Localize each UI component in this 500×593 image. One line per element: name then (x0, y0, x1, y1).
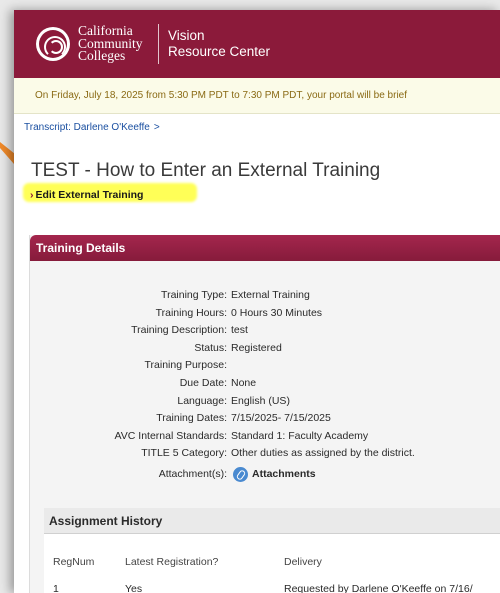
table-cell-delivery: Requested by Darlene O'Keeffe on 7/16/ (284, 583, 473, 593)
detail-label: Language: (177, 394, 227, 407)
column-header-regnum[interactable]: RegNum (53, 556, 94, 568)
detail-value: 7/15/2025- 7/15/2025 (231, 412, 331, 425)
org-name-line: Colleges (78, 48, 126, 64)
page-title: TEST - How to Enter an External Training (31, 160, 381, 181)
breadcrumb: Transcript: Darlene O'Keeffe > (14, 114, 500, 144)
arrow-right-icon: › (30, 189, 34, 201)
detail-value: External Training (231, 289, 310, 301)
detail-row-language: Language: English (US) (30, 393, 500, 411)
paperclip-icon (233, 466, 248, 482)
ccc-logo-icon[interactable] (36, 27, 70, 61)
header-divider (158, 24, 159, 64)
detail-value (229, 357, 231, 375)
org-name: California Community Colleges (78, 24, 158, 64)
detail-label: Due Date: (179, 376, 227, 389)
breadcrumb-transcript-link[interactable]: Transcript: Darlene O'Keeffe (24, 122, 150, 133)
detail-label: Training Description: (131, 324, 227, 337)
site-name-line: Vision (168, 28, 205, 43)
detail-value: test (231, 324, 248, 337)
detail-value: English (US) (231, 394, 290, 407)
detail-label: Attachment(s): (158, 467, 227, 480)
page: California Community Colleges Vision Res… (14, 10, 500, 593)
detail-label: Status: (194, 341, 227, 354)
detail-row-status: Status: Registered (30, 340, 500, 358)
assignment-history-header: Assignment History (44, 508, 500, 534)
assignment-history-section: Assignment History RegNum Latest Registr… (44, 508, 500, 593)
detail-label: Training Dates: (156, 412, 227, 425)
edit-external-training-link[interactable]: › Edit External Training (30, 189, 143, 201)
detail-row-training-dates: Training Dates: 7/15/2025- 7/15/2025 (30, 410, 500, 428)
site-name-line: Resource Center (168, 44, 271, 59)
detail-label: AVC Internal Standards: (114, 429, 227, 442)
training-details-header: Training Details (30, 235, 500, 261)
attachments-link-label: Attachments (252, 468, 316, 481)
detail-row-attachments: Attachment(s): Attachments (30, 463, 500, 485)
chevron-right-icon: > (153, 122, 160, 133)
edit-link-row: › Edit External Training (14, 183, 500, 203)
table-cell-regnum: 1 (53, 583, 59, 593)
detail-row-title5-category: TITLE 5 Category: Other duties as assigne… (30, 445, 500, 463)
detail-value: None (231, 376, 257, 389)
detail-row-training-type: Training Type: External Training (30, 287, 500, 305)
table-cell-latest-registration: Yes (125, 583, 143, 593)
site-name: Vision Resource Center (168, 28, 270, 60)
detail-row-training-purpose: Training Purpose: (30, 357, 500, 375)
site-header: California Community Colleges Vision Res… (14, 10, 500, 78)
attachments-link[interactable]: Attachments (229, 463, 316, 485)
detail-label: Training Purpose: (144, 359, 228, 372)
column-header-latest-registration[interactable]: Latest Registration? (125, 556, 218, 568)
detail-row-avc-standards: AVC Internal Standards: Standard 1: Facul… (30, 428, 500, 446)
detail-label: Training Type: (161, 289, 227, 301)
detail-row-training-hours: Training Hours: 0 Hours 30 Minutes (30, 305, 500, 323)
detail-row-training-description: Training Description: test (30, 322, 500, 340)
column-header-delivery[interactable]: Delivery (284, 556, 322, 568)
detail-value: Other duties as assigned by the district… (231, 447, 415, 460)
training-details-fields: Training Type: External Training Training… (30, 287, 500, 485)
detail-value: Standard 1: Faculty Academy (231, 429, 369, 442)
detail-row-due-date: Due Date: None (30, 375, 500, 393)
detail-label: Training Hours: (155, 306, 227, 319)
detail-value: 0 Hours 30 Minutes (231, 306, 323, 319)
maintenance-notice: On Friday, July 18, 2025 from 5:30 PM PD… (14, 78, 500, 114)
detail-label: TITLE 5 Category: (141, 447, 227, 460)
training-details-panel: Training Details Training Type: External … (29, 235, 500, 593)
edit-link-label: Edit External Training (35, 189, 144, 201)
detail-value: Registered (231, 341, 282, 354)
